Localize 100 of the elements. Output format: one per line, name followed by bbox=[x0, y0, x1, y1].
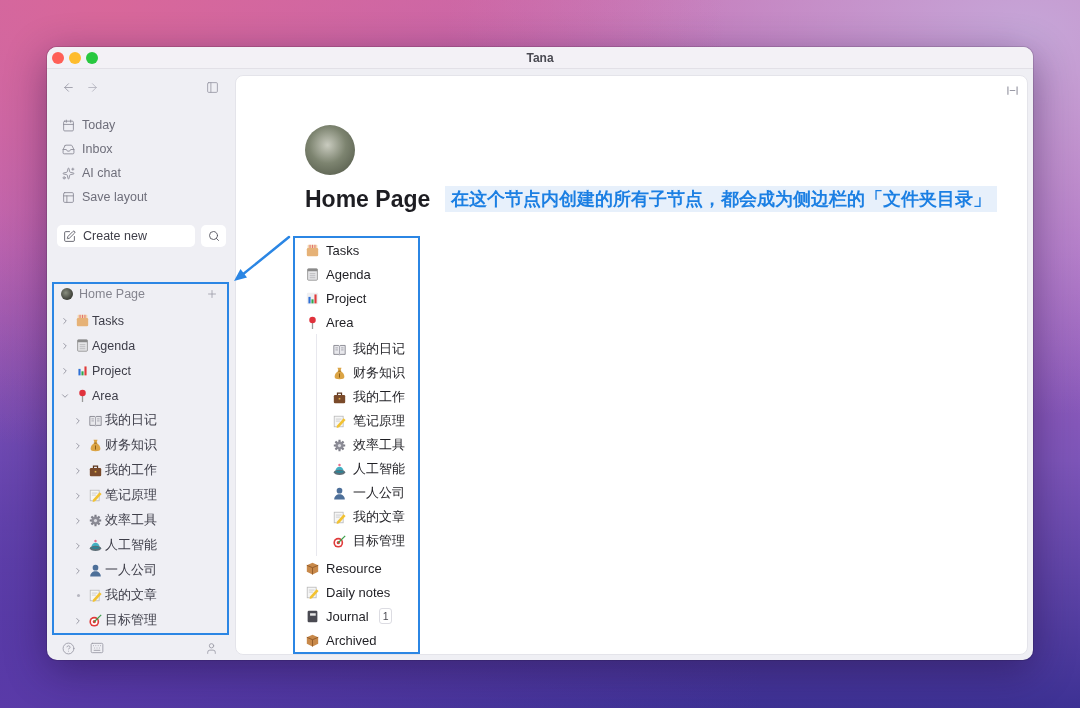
notebook-icon bbox=[306, 609, 319, 623]
photo-placeholder bbox=[305, 125, 355, 175]
tree-item[interactable]: 目标管理 bbox=[67, 608, 227, 633]
briefcase-icon bbox=[333, 390, 346, 404]
chevron-right-icon[interactable] bbox=[73, 615, 83, 626]
outline-node[interactable]: 我的工作 bbox=[333, 385, 405, 409]
outline-node[interactable]: Agenda bbox=[306, 262, 405, 286]
close-button[interactable] bbox=[52, 51, 64, 64]
calendar-icon bbox=[62, 118, 75, 132]
money-bag-icon bbox=[89, 439, 102, 452]
window-title: Tana bbox=[526, 50, 554, 65]
tree-item[interactable]: 我的工作 bbox=[67, 458, 227, 483]
zoom-button[interactable] bbox=[86, 51, 98, 64]
annotation-note: 在这个节点内创建的所有子节点，都会成为侧边栏的「文件夹目录」 bbox=[445, 186, 998, 212]
memo-icon bbox=[89, 589, 102, 602]
file-box-icon bbox=[76, 314, 89, 327]
create-new-button[interactable]: Create new bbox=[57, 225, 195, 247]
sparkle-icon bbox=[62, 166, 75, 180]
forward-arrow-icon[interactable] bbox=[86, 80, 99, 94]
bar-chart-icon bbox=[306, 291, 319, 305]
tree-item[interactable]: Project bbox=[54, 358, 227, 383]
bar-chart-icon bbox=[76, 364, 89, 377]
gear-icon bbox=[333, 438, 346, 452]
outline-node[interactable]: 目标管理 bbox=[333, 529, 405, 553]
person-icon bbox=[89, 564, 102, 577]
page-title: Home Page bbox=[305, 185, 431, 213]
outline-node[interactable]: Tasks bbox=[306, 238, 405, 262]
chevron-right-icon[interactable] bbox=[73, 415, 83, 426]
tree-item[interactable]: 财务知识 bbox=[67, 433, 227, 458]
chevron-right-icon[interactable] bbox=[73, 465, 83, 476]
memo-icon bbox=[89, 489, 102, 502]
tree-item[interactable]: Area bbox=[54, 383, 227, 408]
inbox-icon bbox=[62, 142, 75, 156]
resize-horizontal-icon[interactable] bbox=[1007, 85, 1018, 96]
avatar-placeholder bbox=[61, 288, 73, 300]
tree-item[interactable]: 我的日记 bbox=[67, 408, 227, 433]
search-icon bbox=[207, 230, 220, 242]
chevron-right-icon[interactable] bbox=[60, 340, 70, 351]
person-icon bbox=[333, 486, 346, 500]
notepad-icon bbox=[306, 267, 319, 281]
package-icon bbox=[306, 633, 319, 647]
outline-node[interactable]: Daily notes bbox=[306, 580, 405, 604]
chevron-right-icon[interactable] bbox=[73, 440, 83, 451]
search-button[interactable] bbox=[201, 225, 226, 247]
tree-item[interactable]: 我的文章 bbox=[67, 583, 227, 608]
memo-icon bbox=[306, 585, 319, 599]
chevron-right-icon[interactable] bbox=[73, 540, 83, 551]
chevron-right-icon[interactable] bbox=[73, 490, 83, 501]
chevron-right-icon[interactable] bbox=[60, 365, 70, 376]
gear-icon bbox=[89, 514, 102, 527]
user-icon[interactable] bbox=[205, 641, 218, 655]
chevron-right-icon[interactable] bbox=[73, 515, 83, 526]
back-arrow-icon[interactable] bbox=[62, 80, 75, 94]
target-icon bbox=[333, 534, 346, 548]
outline-node[interactable]: Archived bbox=[306, 628, 405, 652]
layout-icon bbox=[62, 190, 75, 204]
file-box-icon bbox=[306, 243, 319, 257]
outline-node[interactable]: 我的文章 bbox=[333, 505, 405, 529]
chevron-right-icon[interactable] bbox=[60, 315, 70, 326]
open-book-icon bbox=[89, 414, 102, 427]
pencil-icon bbox=[63, 229, 76, 243]
add-icon[interactable] bbox=[206, 288, 218, 300]
nav-item[interactable]: Inbox bbox=[62, 137, 225, 161]
nav-item[interactable]: Save layout bbox=[62, 185, 225, 209]
tree-item[interactable]: 人工智能 bbox=[67, 533, 227, 558]
outline-node[interactable]: Project bbox=[306, 286, 405, 310]
notepad-icon bbox=[76, 339, 89, 352]
help-icon[interactable] bbox=[62, 641, 75, 655]
tree-item[interactable]: 笔记原理 bbox=[67, 483, 227, 508]
flying-saucer-icon bbox=[333, 462, 346, 476]
minimize-button[interactable] bbox=[69, 51, 81, 64]
flying-saucer-icon bbox=[89, 539, 102, 552]
open-book-icon bbox=[333, 342, 346, 356]
tree-item[interactable]: 一人公司 bbox=[67, 558, 227, 583]
tree-item[interactable]: Agenda bbox=[54, 333, 227, 358]
outline-node[interactable]: Resource bbox=[306, 556, 405, 580]
outline-node[interactable]: Journal 1 bbox=[306, 604, 405, 628]
outline-node[interactable]: 财务知识 bbox=[333, 361, 405, 385]
outline-node[interactable]: 效率工具 bbox=[333, 433, 405, 457]
sidebar-toggle-icon[interactable] bbox=[206, 80, 219, 94]
keyboard-icon[interactable] bbox=[90, 641, 104, 655]
tree-item[interactable]: 效率工具 bbox=[67, 508, 227, 533]
money-bag-icon bbox=[333, 366, 346, 380]
briefcase-icon bbox=[89, 464, 102, 477]
outline-node[interactable]: 一人公司 bbox=[333, 481, 405, 505]
nav-item[interactable]: Today bbox=[62, 113, 225, 137]
memo-icon bbox=[333, 510, 346, 524]
pin-icon bbox=[306, 315, 319, 329]
outline-node[interactable]: Area bbox=[306, 310, 405, 334]
outline-node[interactable]: 人工智能 bbox=[333, 457, 405, 481]
outline-node[interactable]: 笔记原理 bbox=[333, 409, 405, 433]
chevron-right-icon[interactable] bbox=[73, 565, 83, 576]
target-icon bbox=[89, 614, 102, 627]
outline-node[interactable]: 我的日记 bbox=[333, 337, 405, 361]
memo-icon bbox=[333, 414, 346, 428]
package-icon bbox=[306, 561, 319, 575]
tree-item[interactable]: Tasks bbox=[54, 308, 227, 333]
count-badge: 1 bbox=[378, 608, 393, 624]
pin-icon bbox=[76, 389, 89, 402]
nav-item[interactable]: AI chat bbox=[62, 161, 225, 185]
